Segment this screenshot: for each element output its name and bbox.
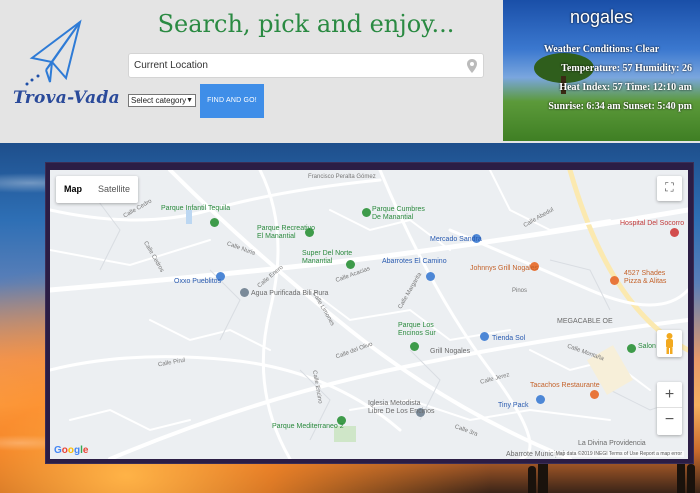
weather-conditions: Weather Conditions: Clear xyxy=(543,44,660,55)
shop-marker-icon[interactable] xyxy=(240,288,249,297)
poi-abarrotes-camino[interactable]: Abarrotes El Camino xyxy=(382,258,447,265)
street-label: Pinos xyxy=(512,288,528,294)
poi-tienda-sol[interactable]: Tienda Sol xyxy=(492,335,525,342)
find-and-go-button[interactable]: FIND AND GO! xyxy=(200,84,264,118)
poi-shades-pizza[interactable]: 4527 Shades Pizza & Alitas xyxy=(624,270,666,286)
poi-iglesia-metodista[interactable]: Iglesia Metodista Libre De Los Encinos xyxy=(368,400,435,416)
chevron-down-icon: ▼ xyxy=(186,97,193,104)
poi-parque-mediterraneo[interactable]: Parque Mediterraneo 2 xyxy=(272,423,344,430)
pizza-marker-icon[interactable] xyxy=(610,276,619,285)
park-marker-icon[interactable] xyxy=(362,208,371,217)
poi-mercado-sandra[interactable]: Mercado Sandra xyxy=(430,236,482,243)
shop-marker-icon[interactable] xyxy=(426,272,435,281)
page-headline: Search, pick and enjoy... xyxy=(157,10,455,38)
hospital-marker-icon[interactable] xyxy=(670,228,679,237)
zoom-in-button[interactable]: + xyxy=(657,382,682,408)
club-marker-icon[interactable] xyxy=(627,344,636,353)
google-map[interactable]: Map Satellite Parque Infantil Tequila Pa… xyxy=(50,170,688,459)
poi-parque-infantil[interactable]: Parque Infantil Tequila xyxy=(161,205,230,212)
park-marker-icon[interactable] xyxy=(210,218,219,227)
category-select-value: Select category xyxy=(131,96,187,105)
street-label: Francisco Peralta Gómez xyxy=(308,174,376,180)
category-select[interactable]: Select category ▼ xyxy=(128,94,196,107)
poi-johnnys-grill[interactable]: Johnnys Grill Nogales xyxy=(470,265,538,272)
park-marker-icon[interactable] xyxy=(410,342,419,351)
weather-sun: Sunrise: 6:34 am Sunset: 5:40 pm xyxy=(548,101,692,112)
poi-grill-nogales[interactable]: Grill Nogales xyxy=(430,348,470,355)
poi-parque-los-encinos[interactable]: Parque Los Encinos Sur xyxy=(398,322,436,338)
google-logo: Google xyxy=(54,445,89,456)
map-type-control: Map Satellite xyxy=(56,176,139,203)
shop-marker-icon[interactable] xyxy=(480,332,489,341)
poi-parque-recreativo[interactable]: Parque Recreativo El Manantial xyxy=(257,225,315,241)
pegman-figure xyxy=(666,333,673,354)
weather-heat-time: Heat Index: 57 Time: 12:10 am xyxy=(559,82,692,93)
map-attribution[interactable]: Map data ©2019 INEGI Terms of Use Report… xyxy=(553,451,684,457)
zoom-out-button[interactable]: − xyxy=(657,408,682,434)
fullscreen-icon[interactable]: ⛶ xyxy=(657,176,682,201)
location-search-box[interactable] xyxy=(128,53,484,78)
poi-tacachos[interactable]: Tacachos Restaurante xyxy=(530,382,600,389)
app-header: Trova-Vada Search, pick and enjoy... Sel… xyxy=(0,0,700,143)
poi-hospital[interactable]: Hospital Del Socorro xyxy=(620,220,684,227)
poi-super-del-norte[interactable]: Super Del Norte Manantial xyxy=(302,250,352,266)
location-input[interactable] xyxy=(129,54,459,77)
poi-tiny-pack[interactable]: Tiny Pack xyxy=(498,402,528,409)
pegman-icon[interactable] xyxy=(657,330,682,357)
poi-megacable[interactable]: MEGACABLE OE xyxy=(557,318,613,325)
location-pin-icon[interactable] xyxy=(467,59,477,73)
poi-parque-cumbres[interactable]: Parque Cumbres De Manantial xyxy=(372,206,425,222)
weather-temp-humidity: Temperature: 57 Humidity: 26 xyxy=(561,63,692,74)
weather-city: nogales xyxy=(569,7,634,27)
poi-oxxo[interactable]: Oxxo Pueblitos xyxy=(174,278,221,285)
weather-panel: nogales Weather Conditions: Clear Temper… xyxy=(503,0,700,141)
map-type-map-button[interactable]: Map xyxy=(56,176,90,203)
map-type-satellite-button[interactable]: Satellite xyxy=(90,176,138,203)
restaurant-marker-icon[interactable] xyxy=(590,390,599,399)
logo-text[interactable]: Trova-Vada xyxy=(13,88,120,108)
poi-la-divina[interactable]: La Divina Providencia xyxy=(578,440,646,447)
zoom-control: + − xyxy=(657,382,682,435)
shop-marker-icon[interactable] xyxy=(536,395,545,404)
